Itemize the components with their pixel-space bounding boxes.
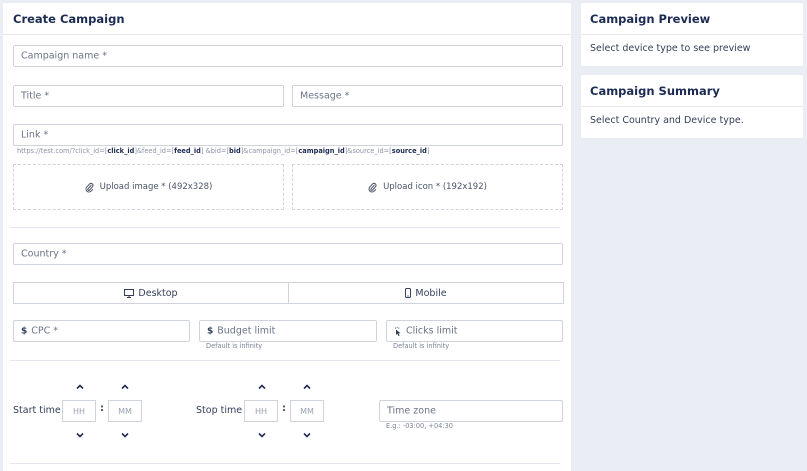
clicks-limit-placeholder: Clicks limit	[406, 325, 458, 337]
paperclip-icon	[368, 182, 377, 192]
stop-hour-decrement-icon[interactable]	[256, 430, 268, 440]
start-hour-placeholder: HH	[72, 406, 86, 416]
macro-feed-id: feed_id	[174, 147, 201, 155]
device-mobile-label: Mobile	[415, 287, 447, 299]
campaign-summary-panel: Campaign Summary Select Country and Devi…	[581, 75, 803, 138]
start-minute-decrement-icon[interactable]	[119, 430, 131, 440]
campaign-preview-title: Campaign Preview	[590, 12, 711, 26]
link-placeholder: Link *	[21, 129, 49, 141]
stop-hour-increment-icon[interactable]	[256, 382, 268, 392]
monitor-icon	[124, 288, 135, 298]
macro-campaign-id: campaign_id	[298, 147, 345, 155]
stop-hour-placeholder: HH	[254, 406, 268, 416]
budget-limit-hint: Default is infinity	[206, 342, 263, 350]
start-minute-increment-icon[interactable]	[119, 382, 131, 392]
title-divider	[3, 34, 571, 35]
paperclip-icon	[85, 182, 94, 192]
campaign-name-placeholder: Campaign name *	[21, 50, 107, 62]
create-campaign-title: Create Campaign	[13, 12, 125, 26]
stop-minute-decrement-icon[interactable]	[301, 430, 313, 440]
campaign-summary-text: Select Country and Device type.	[590, 115, 744, 126]
stop-time-label: Stop time	[196, 405, 243, 416]
stop-minute-placeholder: MM	[300, 406, 314, 416]
message-placeholder: Message *	[300, 90, 350, 102]
upload-image-dropzone[interactable]: Upload image * (492x328)	[13, 164, 284, 210]
summary-divider	[581, 106, 803, 107]
stop-minute-input[interactable]: MM	[290, 400, 324, 422]
device-mobile-button[interactable]: Mobile	[288, 282, 564, 304]
dollar-icon: $	[207, 326, 214, 336]
link-macro-hint: https://test.com/?click_id=[click_id]&fe…	[17, 147, 430, 155]
start-hour-increment-icon[interactable]	[74, 382, 86, 392]
start-time-colon: :	[100, 403, 104, 414]
title-input[interactable]: Title *	[13, 85, 284, 107]
timezone-input[interactable]: Time zone	[379, 400, 563, 422]
macro-click-id: click_id	[107, 147, 135, 155]
campaign-preview-panel: Campaign Preview Select device type to s…	[581, 3, 803, 66]
start-hour-decrement-icon[interactable]	[74, 430, 86, 440]
upload-image-label: Upload image * (492x328)	[99, 182, 213, 192]
section-divider	[10, 227, 560, 228]
campaign-name-input[interactable]: Campaign name *	[13, 45, 563, 67]
device-desktop-label: Desktop	[138, 287, 178, 299]
message-input[interactable]: Message *	[292, 85, 563, 107]
timezone-placeholder: Time zone	[387, 405, 436, 417]
budget-limit-input[interactable]: $ Budget limit	[199, 320, 377, 342]
macro-bid: bid	[229, 147, 241, 155]
dollar-icon: $	[21, 326, 28, 336]
title-placeholder: Title *	[21, 90, 50, 102]
pointer-icon	[394, 326, 401, 336]
cpc-placeholder: CPC *	[31, 325, 59, 337]
clicks-limit-hint: Default is infinity	[393, 342, 450, 350]
start-hour-input[interactable]: HH	[62, 400, 96, 422]
country-select[interactable]: Country *	[13, 243, 563, 265]
link-input[interactable]: Link *	[13, 124, 563, 146]
upload-icon-dropzone[interactable]: Upload icon * (192x192)	[292, 164, 563, 210]
macro-source-id: source_id	[391, 147, 427, 155]
start-time-label: Start time	[13, 405, 61, 416]
campaign-preview-text: Select device type to see preview	[590, 43, 751, 54]
cpc-input[interactable]: $ CPC *	[13, 320, 190, 342]
start-minute-input[interactable]: MM	[108, 400, 142, 422]
country-placeholder: Country *	[21, 248, 67, 260]
stop-time-colon: :	[282, 403, 286, 414]
clicks-limit-input[interactable]: Clicks limit	[386, 320, 563, 342]
phone-icon	[405, 288, 412, 298]
preview-divider	[581, 34, 803, 35]
section-divider	[10, 360, 560, 361]
budget-limit-placeholder: Budget limit	[217, 325, 276, 337]
section-divider	[10, 463, 560, 464]
campaign-summary-title: Campaign Summary	[590, 84, 720, 98]
upload-icon-label: Upload icon * (192x192)	[383, 182, 487, 192]
timezone-hint: E.g.: -03:00, +04:30	[386, 422, 453, 430]
device-desktop-button[interactable]: Desktop	[13, 282, 289, 304]
stop-hour-input[interactable]: HH	[244, 400, 278, 422]
start-minute-placeholder: MM	[118, 406, 132, 416]
stop-minute-increment-icon[interactable]	[301, 382, 313, 392]
